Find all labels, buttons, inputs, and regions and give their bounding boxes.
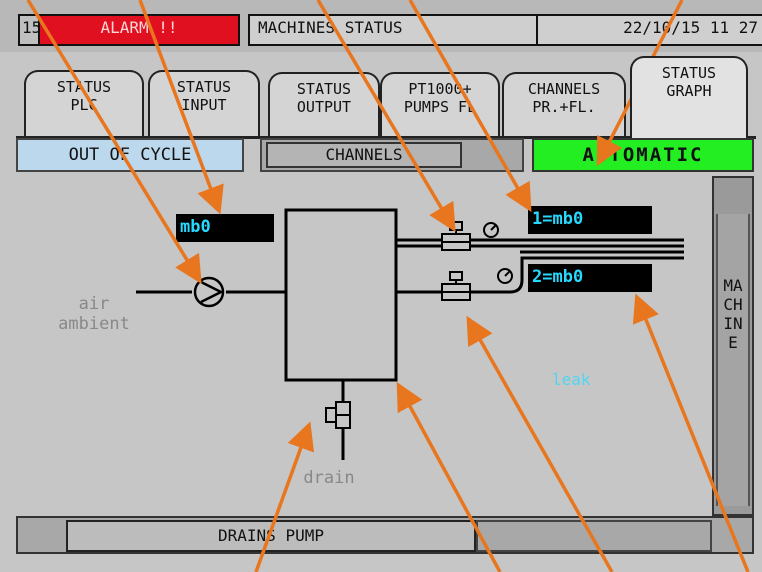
arrow-to-pressure-ch2 (632, 293, 750, 572)
arrow-to-pressure-ch1 (408, 0, 532, 213)
arrow-to-pressure-main (138, 0, 224, 215)
hmi-screen: 15 ALARM !! MACHINES STATUS 22/10/15 11 … (0, 0, 762, 572)
arrow-to-air-pump (26, 0, 202, 284)
tab-status-graph[interactable]: STATUS GRAPH (630, 56, 748, 138)
arrow-to-valve-ch2 (466, 315, 614, 572)
arrow-to-valve-ch1 (316, 0, 456, 233)
arrow-to-tank (396, 381, 502, 572)
arrow-to-drain-valve (254, 421, 315, 572)
tab-label: STATUS GRAPH (661, 64, 717, 100)
